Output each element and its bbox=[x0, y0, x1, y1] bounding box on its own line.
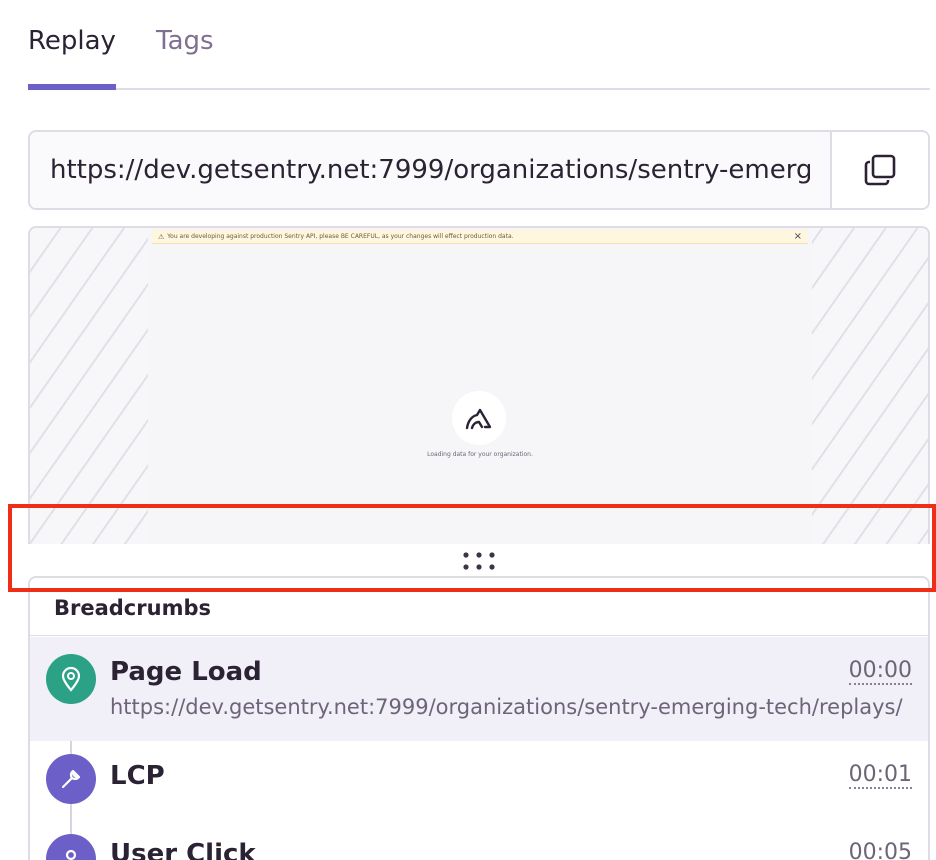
location-pin-icon bbox=[46, 654, 96, 704]
breadcrumb-timestamp[interactable]: 00:05 bbox=[849, 841, 912, 860]
breadcrumb-item-user-click[interactable]: User Click 00:05 bbox=[30, 821, 928, 860]
sentry-logo bbox=[452, 391, 506, 445]
breadcrumb-title: User Click bbox=[110, 839, 256, 860]
breadcrumb-title: Page Load bbox=[110, 657, 262, 687]
user-icon bbox=[46, 834, 96, 860]
warning-text: You are developing against production Se… bbox=[167, 233, 514, 240]
copy-url-button[interactable] bbox=[830, 132, 928, 208]
breadcrumb-item-lcp[interactable]: LCP 00:01 bbox=[30, 741, 928, 821]
url-bar bbox=[28, 130, 930, 210]
replay-viewport: ⚠ You are developing against production … bbox=[148, 228, 812, 544]
loading-message: Loading data for your organization. bbox=[427, 451, 533, 458]
breadcrumb-item-page-load[interactable]: Page Load https://dev.getsentry.net:7999… bbox=[30, 637, 928, 741]
breadcrumb-timestamp[interactable]: 00:00 bbox=[848, 659, 912, 685]
resize-handle[interactable] bbox=[28, 544, 930, 578]
warning-banner: ⚠ You are developing against production … bbox=[152, 230, 808, 244]
wrench-icon bbox=[46, 754, 96, 804]
breadcrumb-title: LCP bbox=[110, 761, 165, 791]
sentry-logo-icon bbox=[465, 408, 492, 430]
drag-handle-icon bbox=[463, 552, 495, 570]
breadcrumb-description: https://dev.getsentry.net:7999/organizat… bbox=[110, 695, 903, 719]
breadcrumbs-panel: Breadcrumbs Page Load https://dev.getsen… bbox=[28, 576, 930, 860]
active-tab-indicator bbox=[28, 84, 116, 90]
breadcrumbs-title: Breadcrumbs bbox=[30, 578, 928, 636]
close-icon[interactable]: × bbox=[794, 231, 802, 242]
tab-bar: Replay Tags bbox=[28, 0, 930, 90]
replay-player[interactable]: ⚠ You are developing against production … bbox=[28, 226, 930, 544]
warning-icon: ⚠ bbox=[158, 232, 165, 241]
tab-tags[interactable]: Tags bbox=[156, 26, 214, 56]
copy-icon bbox=[864, 154, 896, 186]
url-input[interactable] bbox=[30, 132, 830, 208]
breadcrumb-timestamp[interactable]: 00:01 bbox=[848, 763, 912, 789]
tab-replay[interactable]: Replay bbox=[28, 26, 116, 56]
